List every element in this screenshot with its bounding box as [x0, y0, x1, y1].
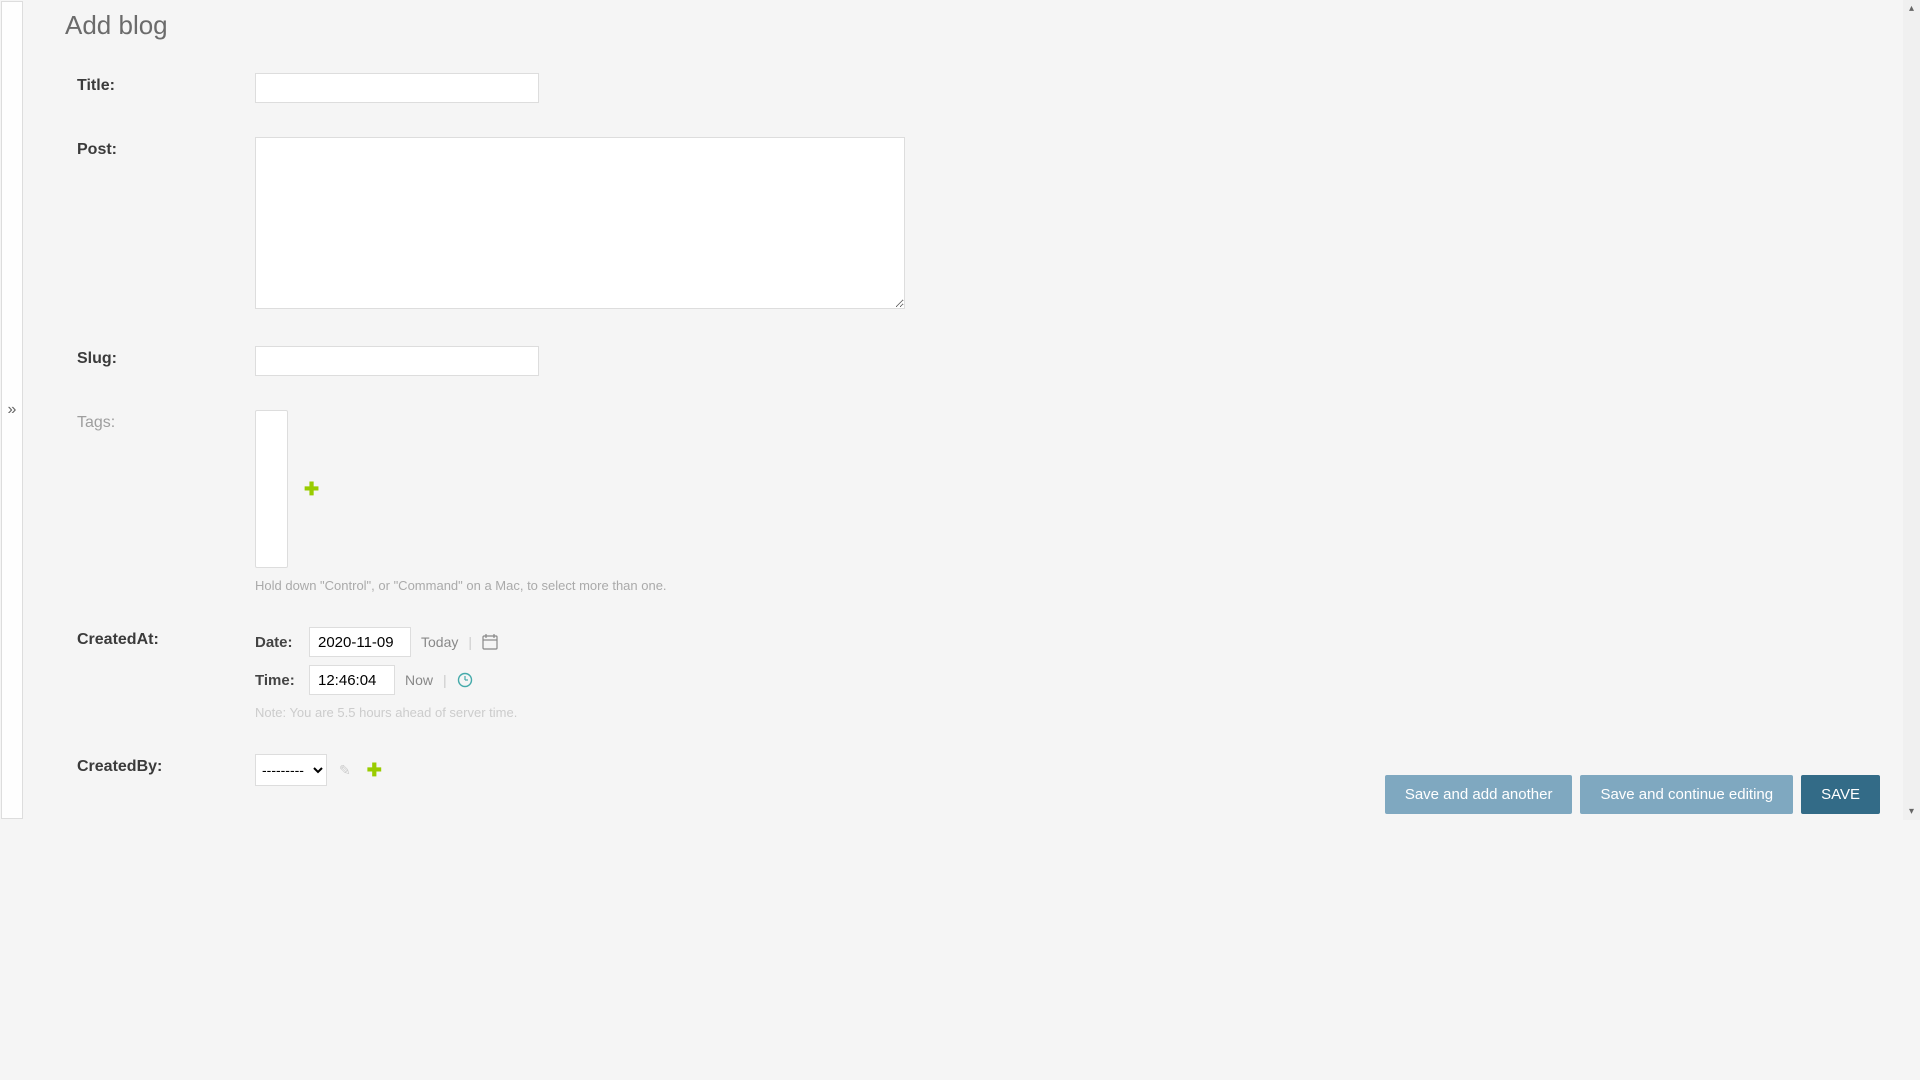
submit-row: Save and add another Save and continue e… [1385, 775, 1880, 814]
row-createdat: CreatedAt: Date: Today | Time: Now | [65, 627, 1920, 720]
date-sublabel: Date: [255, 634, 299, 651]
post-textarea[interactable] [255, 137, 905, 309]
clock-icon[interactable] [457, 672, 473, 688]
tags-label: Tags: [77, 410, 255, 432]
scrollbar-vertical[interactable]: ▴ ▾ [1903, 0, 1920, 820]
createdby-label: CreatedBy: [77, 754, 255, 776]
main-content: Add blog Title: Post: Slug: Tags: ✚ Hold… [65, 0, 1920, 786]
time-sublabel: Time: [255, 672, 299, 689]
now-link[interactable]: Now [405, 672, 433, 688]
scroll-up-icon[interactable]: ▴ [1903, 0, 1920, 17]
createdat-label: CreatedAt: [77, 627, 255, 649]
row-tags: Tags: ✚ Hold down "Control", or "Command… [65, 410, 1920, 593]
tags-select[interactable] [255, 410, 288, 568]
title-input[interactable] [255, 73, 539, 103]
save-add-another-button[interactable]: Save and add another [1385, 775, 1573, 814]
tz-note: Note: You are 5.5 hours ahead of server … [255, 705, 1920, 720]
page-title: Add blog [65, 10, 1920, 41]
sidebar-expand[interactable]: » [1, 1, 23, 819]
slug-label: Slug: [77, 346, 255, 368]
row-slug: Slug: [65, 346, 1920, 376]
plus-icon[interactable]: ✚ [367, 760, 382, 781]
save-button[interactable]: SAVE [1801, 775, 1880, 814]
pencil-icon[interactable]: ✎ [339, 762, 351, 779]
today-link[interactable]: Today [421, 634, 458, 650]
createdby-select[interactable]: --------- [255, 754, 327, 786]
post-label: Post: [77, 137, 255, 159]
calendar-icon[interactable] [482, 634, 498, 650]
scroll-down-icon[interactable]: ▾ [1903, 803, 1920, 820]
row-title: Title: [65, 73, 1920, 103]
save-continue-button[interactable]: Save and continue editing [1580, 775, 1793, 814]
date-input[interactable] [309, 627, 411, 657]
plus-icon[interactable]: ✚ [304, 479, 319, 500]
time-input[interactable] [309, 665, 395, 695]
row-post: Post: [65, 137, 1920, 312]
tags-help-text: Hold down "Control", or "Command" on a M… [255, 578, 1920, 593]
title-label: Title: [77, 73, 255, 95]
slug-input[interactable] [255, 346, 539, 376]
chevron-right-icon: » [8, 401, 17, 419]
